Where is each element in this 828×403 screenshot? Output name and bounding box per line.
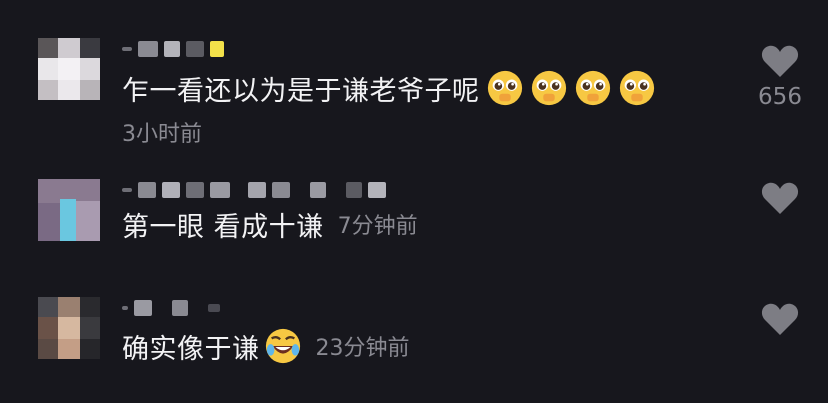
heart-icon (761, 182, 799, 214)
rolling-laughing-emoji (265, 328, 300, 364)
comment-text: 确实像于谦 (122, 333, 260, 365)
username-redacted[interactable] (122, 38, 224, 60)
comment-line: 乍一看还以为是于谦老爷子呢 (122, 68, 656, 108)
comment-time: 7分钟前 (337, 214, 418, 239)
pleading-face-emoji (531, 70, 566, 106)
comment-time: 23分钟前 (315, 336, 410, 361)
username-redacted[interactable] (122, 179, 386, 201)
heart-icon (761, 303, 799, 335)
like-button[interactable] (752, 181, 808, 221)
username-redacted[interactable] (122, 297, 220, 319)
pleading-face-emoji (575, 70, 610, 106)
comment-line: 第一眼 看成十谦 7分钟前 (122, 204, 418, 244)
comment-line: 确实像于谦 23分钟前 (122, 326, 410, 366)
comment-time: 3小时前 (122, 122, 202, 147)
pleading-face-emoji (487, 70, 522, 106)
like-button[interactable]: 656 (752, 44, 808, 110)
like-count: 656 (758, 84, 802, 110)
avatar[interactable] (38, 38, 100, 100)
heart-icon (761, 45, 799, 77)
comment-text: 乍一看还以为是于谦老爷子呢 (122, 75, 480, 107)
comment-text: 第一眼 看成十谦 (122, 211, 324, 243)
avatar[interactable] (38, 297, 100, 359)
pleading-face-emoji (619, 70, 654, 106)
like-button[interactable] (752, 302, 808, 342)
avatar[interactable] (38, 179, 100, 241)
